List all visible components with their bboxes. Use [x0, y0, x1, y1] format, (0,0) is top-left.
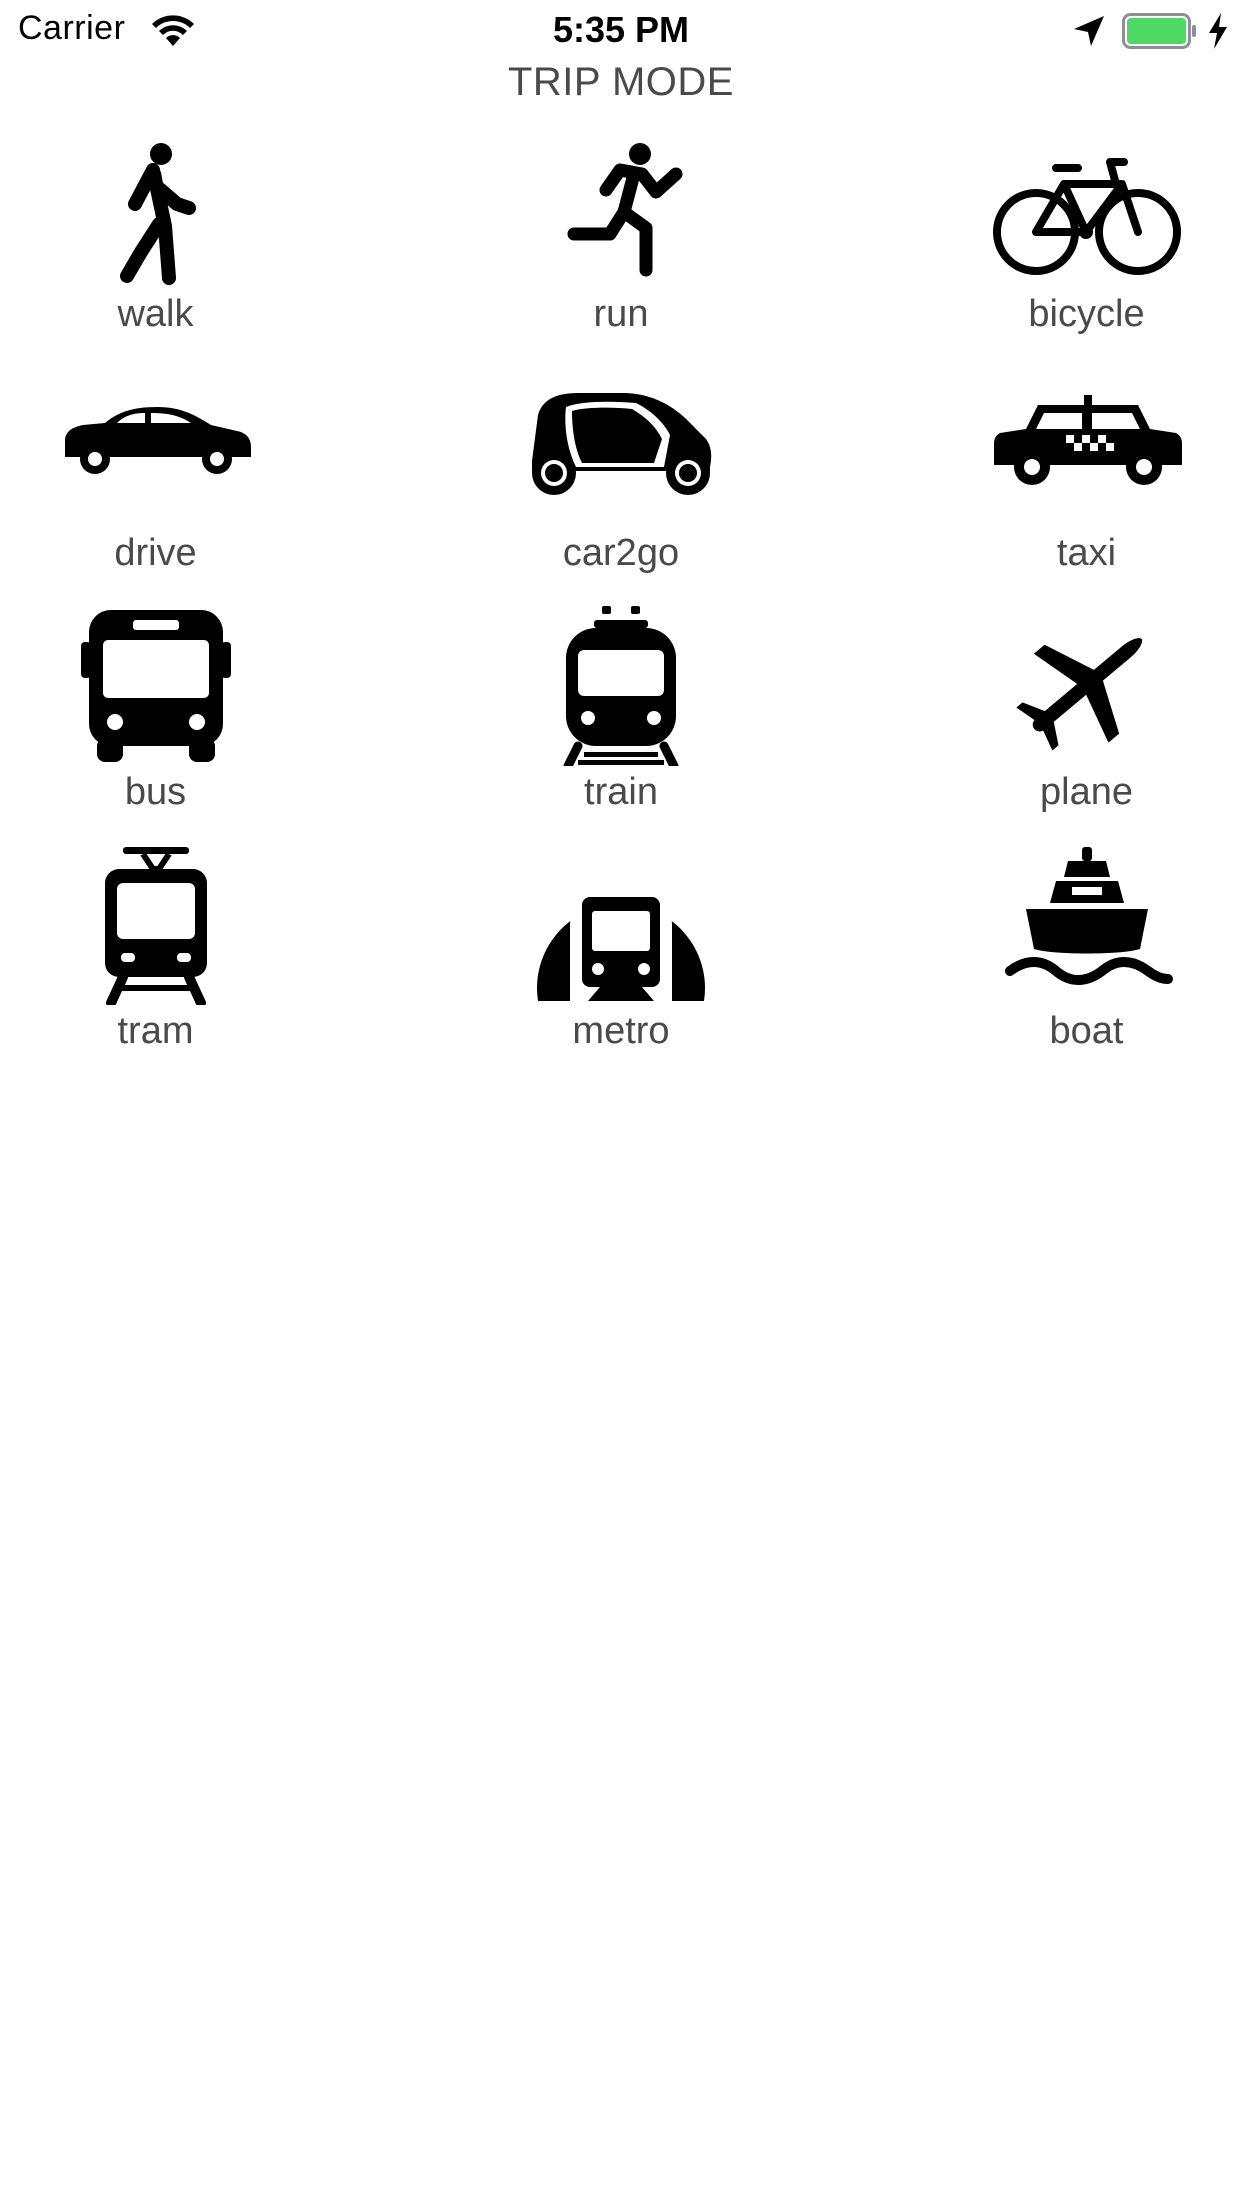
- mode-label: walk: [117, 293, 194, 335]
- mode-boat[interactable]: boat: [931, 837, 1242, 1076]
- mode-label: plane: [1040, 771, 1133, 813]
- charging-bolt-icon: [1209, 13, 1227, 49]
- mode-label: metro: [572, 1010, 670, 1052]
- mode-label: boat: [1049, 1010, 1124, 1052]
- mode-plane[interactable]: plane: [931, 598, 1242, 837]
- mode-bus[interactable]: bus: [0, 598, 311, 837]
- tram-icon: [104, 847, 207, 1005]
- mode-label: train: [584, 771, 658, 813]
- mode-drive[interactable]: drive: [0, 359, 311, 598]
- run-icon: [567, 143, 683, 277]
- mode-label: bus: [124, 771, 187, 813]
- smart-car-icon: [532, 393, 712, 495]
- bicycle-icon: [992, 158, 1181, 275]
- mode-bicycle[interactable]: bicycle: [931, 120, 1242, 359]
- trip-mode-grid: walk run bicycle drive car2go taxi bus t…: [0, 120, 1242, 1076]
- mode-label: tram: [117, 1010, 194, 1052]
- bus-icon: [80, 610, 231, 762]
- mode-taxi[interactable]: taxi: [931, 359, 1242, 598]
- mode-label: car2go: [562, 532, 680, 574]
- metro-icon: [537, 889, 705, 1001]
- walk-icon: [119, 143, 196, 285]
- mode-label: drive: [114, 532, 197, 574]
- plane-icon: [1015, 638, 1142, 751]
- mode-walk[interactable]: walk: [0, 120, 311, 359]
- boat-icon: [1004, 847, 1173, 985]
- taxi-icon: [993, 395, 1182, 485]
- train-icon: [563, 606, 679, 766]
- mode-tram[interactable]: tram: [0, 837, 311, 1076]
- status-time: 5:35 PM: [552, 9, 690, 50]
- page-title: TRIP MODE: [507, 60, 734, 104]
- mode-label: run: [593, 293, 649, 335]
- mode-run[interactable]: run: [311, 120, 931, 359]
- mode-label: bicycle: [1028, 293, 1145, 335]
- mode-car2go[interactable]: car2go: [311, 359, 931, 598]
- status-bar: Carrier 5:35 PM: [0, 0, 1242, 60]
- battery-icon: [1122, 13, 1196, 49]
- car-icon: [64, 407, 251, 474]
- mode-label: taxi: [1056, 532, 1117, 574]
- mode-train[interactable]: train: [311, 598, 931, 837]
- mode-metro[interactable]: metro: [311, 837, 931, 1076]
- location-arrow-icon: [1074, 16, 1104, 46]
